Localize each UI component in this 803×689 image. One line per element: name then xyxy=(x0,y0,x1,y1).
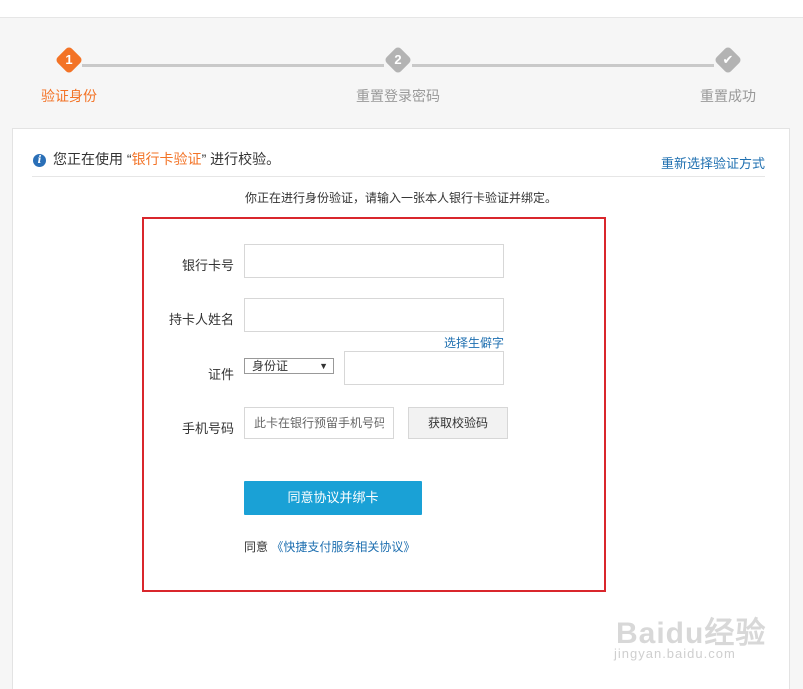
verification-notice: i 您正在使用 “银行卡验证” 进行校验。 xyxy=(33,149,280,169)
divider xyxy=(32,176,765,177)
step-reset-success: ✔ 重置成功 xyxy=(668,45,788,106)
step-verify-identity: 1 验证身份 xyxy=(9,45,129,106)
bank-card-form: 银行卡号 持卡人姓名 选择生僻字 证件 身份证 ▼ 手机号码 获取校验码 同意协… xyxy=(142,217,606,592)
progress-steps: 1 验证身份 2 重置登录密码 ✔ 重置成功 xyxy=(0,40,803,110)
top-bar xyxy=(0,0,803,18)
reselect-method-link[interactable]: 重新选择验证方式 xyxy=(661,153,765,172)
step-label: 重置成功 xyxy=(700,88,756,104)
instruction-text: 你正在进行身份验证，请输入一张本人银行卡验证并绑定。 xyxy=(244,191,557,205)
step-reset-password: 2 重置登录密码 xyxy=(338,45,458,106)
step-label: 验证身份 xyxy=(41,88,97,104)
id-type-value: 身份证 xyxy=(252,359,289,373)
agreement-line: 同意 《快捷支付服务相关协议》 xyxy=(244,538,415,555)
id-number-input[interactable] xyxy=(344,351,504,385)
checkmark-icon: ✔ xyxy=(722,52,734,67)
id-document-label: 证件 xyxy=(207,367,234,382)
step-number: 2 xyxy=(394,52,402,67)
dropdown-arrow-icon: ▼ xyxy=(319,361,328,371)
notice-prefix: 您正在使用 “ xyxy=(53,151,132,167)
step-label: 重置登录密码 xyxy=(356,88,440,104)
id-type-select[interactable]: 身份证 ▼ xyxy=(244,358,334,374)
card-number-input[interactable] xyxy=(244,244,504,278)
cardholder-name-input[interactable] xyxy=(244,298,504,332)
step-number: 1 xyxy=(65,52,73,67)
get-code-button[interactable]: 获取校验码 xyxy=(408,407,508,439)
agree-and-bind-button[interactable]: 同意协议并绑卡 xyxy=(244,481,422,515)
phone-number-label: 手机号码 xyxy=(181,421,234,436)
phone-number-input[interactable] xyxy=(244,407,394,439)
notice-method: 银行卡验证 xyxy=(131,151,202,167)
rare-character-link[interactable]: 选择生僻字 xyxy=(444,334,504,351)
watermark-url: jingyan.baidu.com xyxy=(614,646,736,661)
agreement-link[interactable]: 《快捷支付服务相关协议》 xyxy=(271,540,415,554)
info-icon: i xyxy=(33,154,46,167)
watermark-logo: Baidu经验 jingyan.baidu.com xyxy=(614,598,774,668)
notice-suffix: ” 进行校验。 xyxy=(201,151,281,167)
card-number-label: 银行卡号 xyxy=(181,258,234,273)
agreement-prefix: 同意 xyxy=(244,540,269,554)
cardholder-name-label: 持卡人姓名 xyxy=(168,312,234,327)
